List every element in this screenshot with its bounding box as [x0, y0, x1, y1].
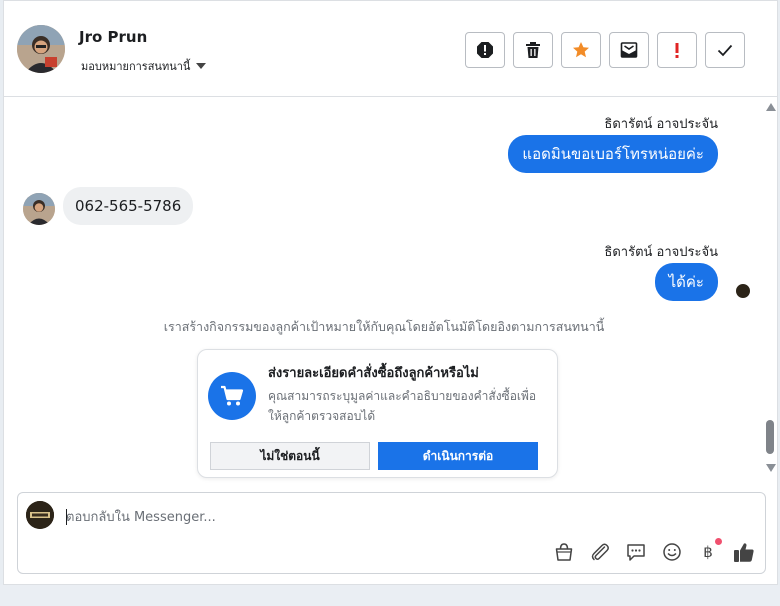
message-thread: ธิดารัตน์ อาจประจัน แอดมินขอเบอร์โทรหน่อ…	[4, 97, 764, 484]
conversation-toolbar	[465, 32, 745, 68]
star-button[interactable]	[561, 32, 601, 68]
messenger-window: Jro Prun มอบหมายการสนทนานี้ ธิดารัตน์ อา…	[3, 0, 778, 585]
scroll-up-icon[interactable]	[766, 103, 776, 111]
done-icon	[717, 44, 733, 57]
shopping-bag-icon[interactable]	[553, 541, 575, 563]
sender-name: ธิดารัตน์ อาจประจัน	[604, 245, 718, 260]
reply-input[interactable]	[66, 507, 746, 527]
important-icon	[675, 43, 679, 58]
not-now-button[interactable]: ไม่ใช่ตอนนี้	[210, 442, 370, 470]
page-background-strip	[0, 585, 780, 606]
scroll-down-icon[interactable]	[766, 464, 776, 472]
attachment-icon[interactable]	[589, 541, 611, 563]
mark-spam-button[interactable]	[465, 32, 505, 68]
like-icon[interactable]	[733, 541, 755, 563]
cart-icon	[208, 372, 256, 420]
customer-avatar	[23, 193, 55, 225]
page-avatar	[26, 501, 54, 529]
delete-button[interactable]	[513, 32, 553, 68]
scrollbar-thumb[interactable]	[766, 420, 774, 454]
card-description: คุณสามารถระบุมูลค่าและคำอธิบายของคำสั่งซ…	[268, 389, 537, 423]
assign-label: มอบหมายการสนทนานี้	[81, 60, 191, 73]
conversation-header: Jro Prun มอบหมายการสนทนานี้	[4, 1, 777, 97]
continue-button[interactable]: ดำเนินการต่อ	[378, 442, 538, 470]
notification-dot	[715, 538, 722, 545]
baht-symbol: ฿	[703, 543, 713, 561]
system-note: เราสร้างกิจกรรมของลูกค้าเป้าหมายให้กับคุ…	[163, 319, 605, 334]
outgoing-message[interactable]: แอดมินขอเบอร์โทรหน่อยค่ะ	[508, 135, 718, 173]
spam-icon	[477, 42, 493, 58]
mark-unread-icon	[620, 42, 638, 58]
composer-actions: ฿	[553, 538, 755, 563]
chevron-down-icon	[196, 63, 207, 69]
contact-avatar[interactable]	[17, 25, 65, 73]
assign-conversation-dropdown[interactable]: มอบหมายการสนทนานี้	[81, 57, 207, 75]
contact-name: Jro Prun	[79, 28, 148, 46]
outgoing-message[interactable]: ได้ค่ะ	[654, 263, 718, 301]
seen-avatar	[735, 283, 751, 299]
reply-composer: ฿	[17, 492, 766, 574]
baht-payment-icon[interactable]: ฿	[697, 538, 722, 563]
emoji-icon[interactable]	[661, 541, 683, 563]
incoming-message[interactable]: 062-565-5786	[63, 187, 194, 225]
order-details-card: ส่งรายละเอียดคำสั่งซื้อถึงลูกค้าหรือไม่ …	[197, 349, 558, 478]
mark-important-button[interactable]	[657, 32, 697, 68]
thread-scrollbar[interactable]	[764, 101, 777, 479]
saved-reply-icon[interactable]	[625, 541, 647, 563]
trash-icon	[526, 42, 540, 58]
card-title: ส่งรายละเอียดคำสั่งซื้อถึงลูกค้าหรือไม่	[268, 366, 479, 381]
star-icon	[573, 42, 589, 58]
mark-unread-button[interactable]	[609, 32, 649, 68]
mark-done-button[interactable]	[705, 32, 745, 68]
sender-name: ธิดารัตน์ อาจประจัน	[604, 117, 718, 132]
